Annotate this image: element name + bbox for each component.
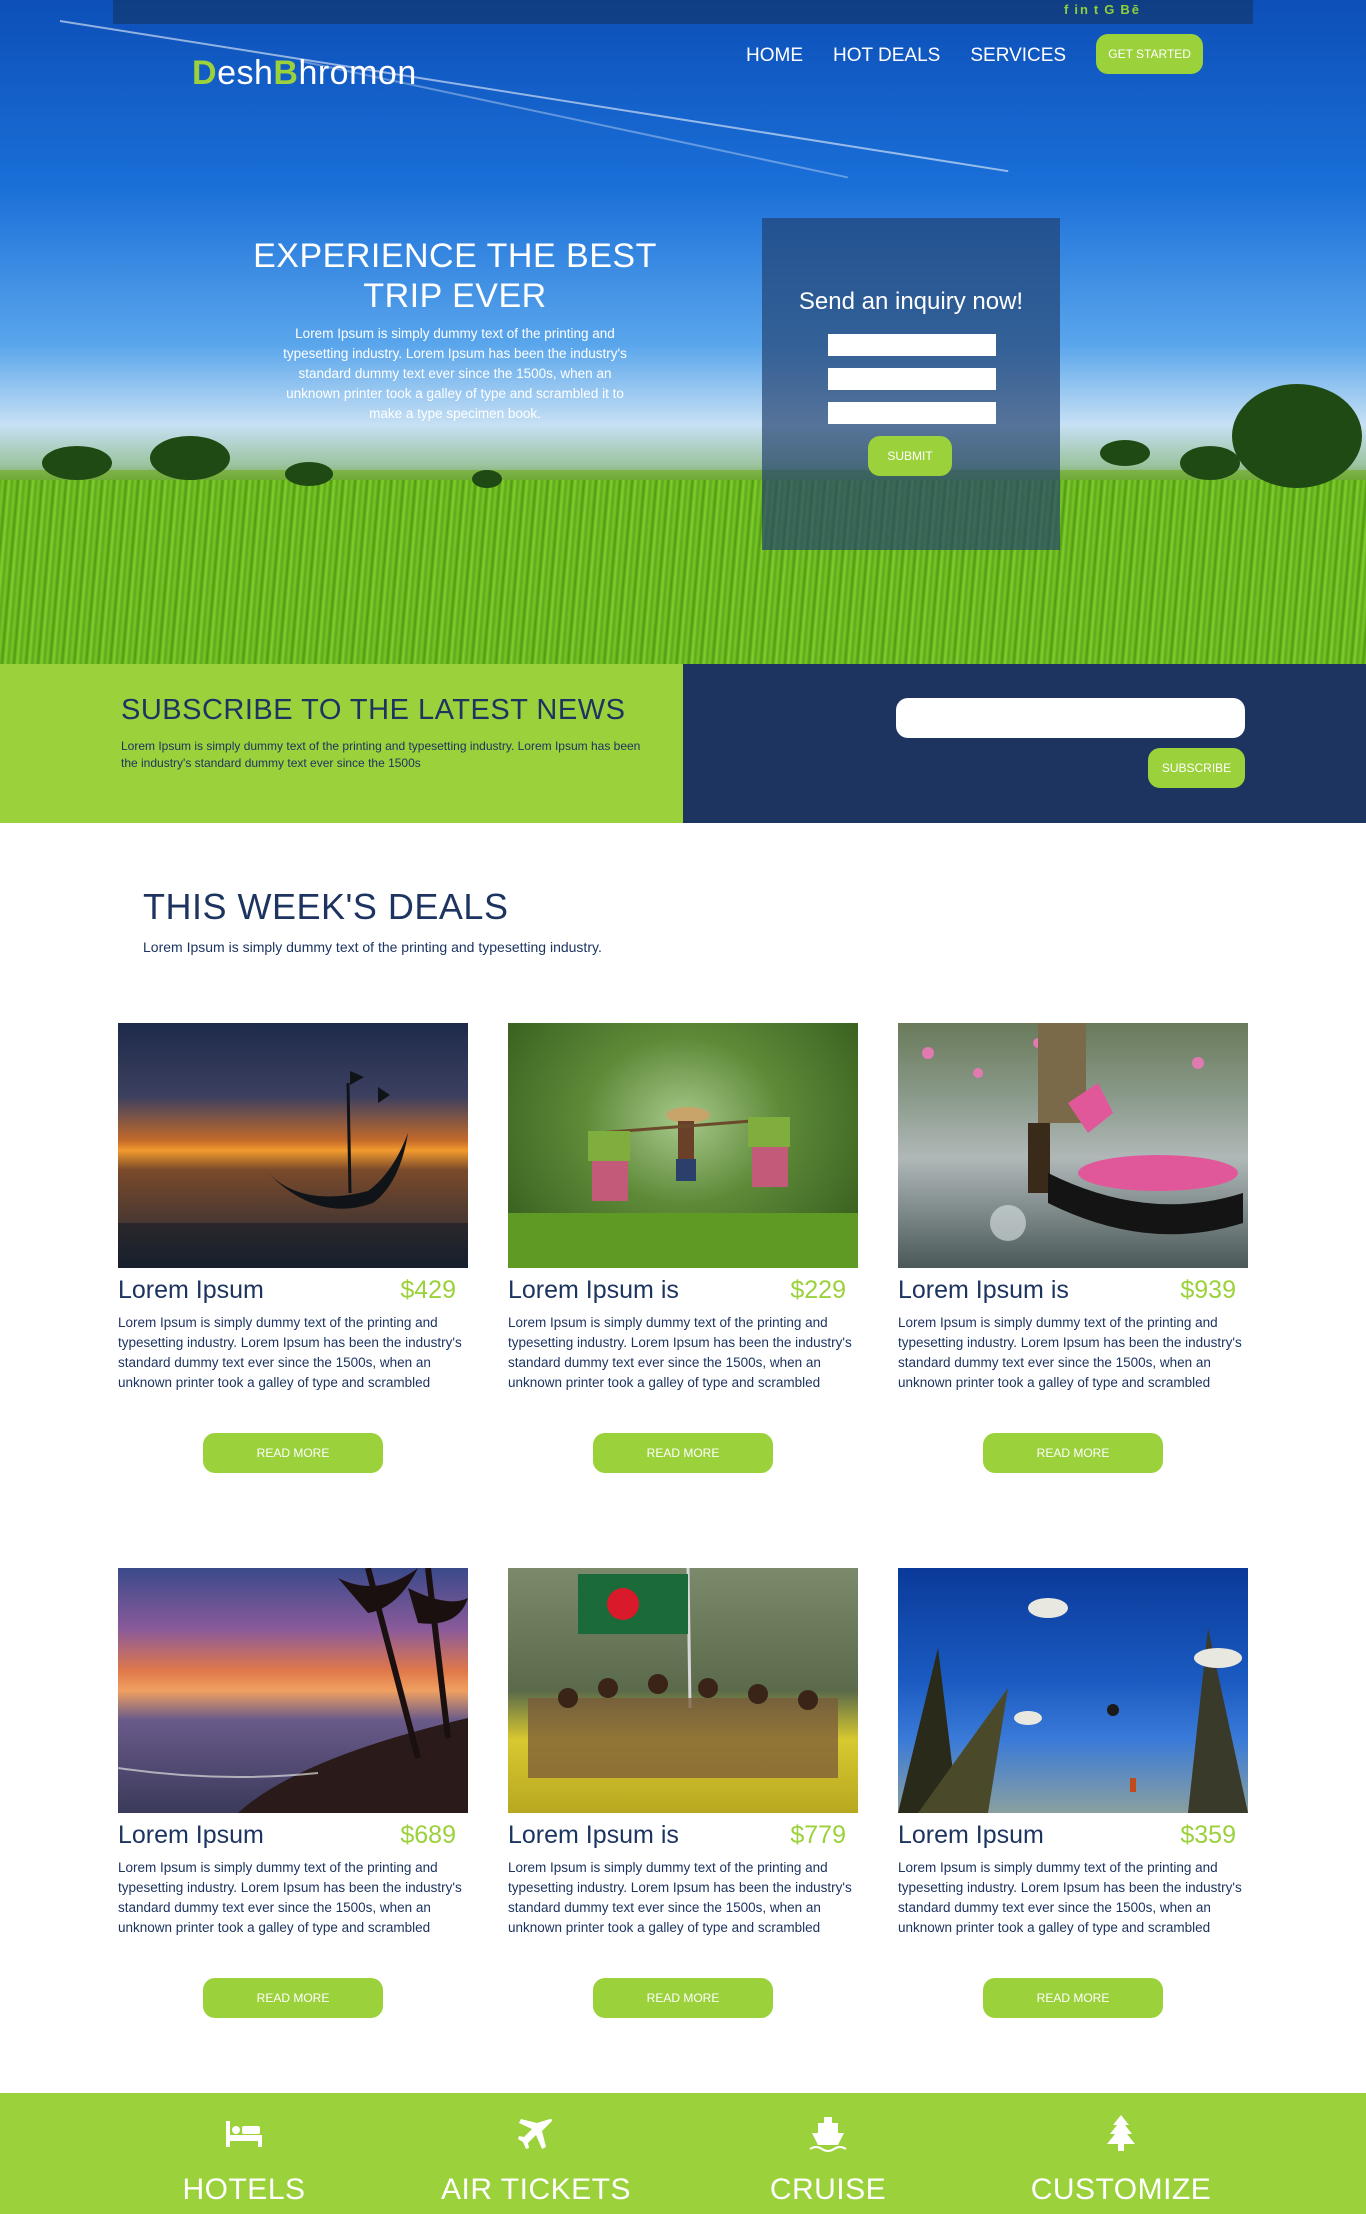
nav-home[interactable]: HOME [746, 45, 803, 67]
service-label: AIR TICKETS [441, 2173, 631, 2206]
inquiry-field-3[interactable] [828, 402, 996, 424]
behance-icon[interactable]: Bē [1120, 2, 1141, 17]
service-label: CUSTOMIZE [1030, 2173, 1212, 2206]
read-more-button[interactable]: READ MORE [593, 1978, 773, 2018]
logo-initial-b: B [273, 54, 299, 92]
deal-name: Lorem Ipsum [118, 1821, 264, 1849]
deal-description: Lorem Ipsum is simply dummy text of the … [898, 1315, 1242, 1390]
tree [150, 436, 230, 480]
deal-description: Lorem Ipsum is simply dummy text of the … [898, 1860, 1242, 1935]
read-more-button[interactable]: READ MORE [203, 1978, 383, 2018]
subscribe-form-panel [683, 664, 1366, 823]
tree-icon [1107, 2115, 1135, 2151]
deal-description: Lorem Ipsum is simply dummy text of the … [118, 1860, 462, 1935]
tree [285, 462, 333, 486]
deal-card: Lorem Ipsum $359 Lorem Ipsum is simply d… [898, 1568, 1248, 2018]
deal-card: Lorem Ipsum is $779 Lorem Ipsum is simpl… [508, 1568, 858, 2018]
subscribe-description: Lorem Ipsum is simply dummy text of the … [121, 739, 641, 770]
logo-initial-d: D [192, 54, 218, 92]
tree [1100, 440, 1150, 466]
subscribe-email-input[interactable] [896, 698, 1245, 738]
logo-text-part1: esh [217, 54, 274, 92]
read-more-button[interactable]: READ MORE [983, 1433, 1163, 1473]
deal-price: $429 [400, 1276, 456, 1304]
social-links: f in t G Bē [1064, 2, 1141, 17]
deal-card: Lorem Ipsum is $229 Lorem Ipsum is simpl… [508, 1023, 858, 1473]
linkedin-icon[interactable]: in [1074, 2, 1090, 17]
deal-price: $229 [790, 1276, 846, 1304]
deal-card: Lorem Ipsum is $939 Lorem Ipsum is simpl… [898, 1023, 1248, 1473]
grass-field [0, 480, 1366, 664]
bed-icon [226, 2121, 262, 2147]
deals-subtitle: Lorem Ipsum is simply dummy text of the … [143, 939, 602, 955]
deals-title: THIS WEEK'S DEALS [143, 886, 509, 927]
tree [1232, 384, 1362, 488]
deal-image-children-flag[interactable] [508, 1568, 858, 1813]
service-customize[interactable]: CUSTOMIZE [1011, 2093, 1231, 2207]
inquiry-submit-button[interactable]: SUBMIT [868, 436, 952, 476]
deal-price: $689 [400, 1821, 456, 1849]
get-started-button[interactable]: GET STARTED [1096, 34, 1204, 74]
tree [42, 446, 112, 480]
deal-name: Lorem Ipsum is [508, 1821, 679, 1849]
deal-description: Lorem Ipsum is simply dummy text of the … [508, 1860, 852, 1935]
service-label: HOTELS [182, 2173, 306, 2206]
read-more-button[interactable]: READ MORE [203, 1433, 383, 1473]
deal-image-lotus-boat[interactable] [898, 1023, 1248, 1268]
facebook-icon[interactable]: f [1064, 2, 1070, 17]
deal-image-palm-beach-sunset[interactable] [118, 1568, 468, 1813]
deal-price: $939 [1180, 1276, 1236, 1304]
nav-services[interactable]: SERVICES [970, 45, 1066, 67]
ship-icon [809, 2117, 847, 2152]
twitter-icon[interactable]: t [1094, 2, 1100, 17]
deal-price: $779 [790, 1821, 846, 1849]
deal-image-kash-flowers-sky[interactable] [898, 1568, 1248, 1813]
logo-text-part2: hromon [298, 54, 417, 92]
deal-name: Lorem Ipsum [898, 1821, 1044, 1849]
hero-description: Lorem Ipsum is simply dummy text of the … [283, 326, 627, 421]
deal-card: Lorem Ipsum $429 Lorem Ipsum is simply d… [118, 1023, 468, 1473]
deal-image-boat-sunset[interactable] [118, 1023, 468, 1268]
inquiry-field-2[interactable] [828, 368, 996, 390]
site-logo[interactable]: DeshBhromon [192, 54, 417, 93]
plane-icon [518, 2119, 552, 2149]
nav-hot-deals[interactable]: HOT DEALS [833, 45, 940, 67]
tree [1180, 446, 1240, 480]
service-cruise[interactable]: CRUISE [718, 2093, 938, 2207]
inquiry-field-1[interactable] [828, 334, 996, 356]
service-air-tickets[interactable]: AIR TICKETS [426, 2093, 646, 2207]
deal-description: Lorem Ipsum is simply dummy text of the … [508, 1315, 852, 1390]
service-label: CRUISE [769, 2173, 887, 2206]
inquiry-form: Send an inquiry now! SUBMIT [762, 218, 1060, 550]
deal-name: Lorem Ipsum [118, 1276, 264, 1304]
inquiry-title: Send an inquiry now! [798, 288, 1024, 315]
main-nav: HOME HOT DEALS SERVICES GET STARTED [746, 34, 1204, 74]
deal-image-rice-farmer[interactable] [508, 1023, 858, 1268]
tree [472, 470, 502, 488]
hero-section [0, 0, 1366, 664]
deal-name: Lorem Ipsum is [898, 1276, 1069, 1304]
service-hotels[interactable]: HOTELS [134, 2093, 354, 2207]
deal-name: Lorem Ipsum is [508, 1276, 679, 1304]
read-more-button[interactable]: READ MORE [983, 1978, 1163, 2018]
services-bar: HOTELS AIR TICKETS CRUISE CUSTOMIZE [0, 2093, 1366, 2214]
google-icon[interactable]: G [1104, 2, 1116, 17]
hero-title: EXPERIENCE THE BEST TRIP EVER [253, 237, 657, 315]
subscribe-title: SUBSCRIBE TO THE LATEST NEWS [121, 694, 626, 726]
deal-card: Lorem Ipsum $689 Lorem Ipsum is simply d… [118, 1568, 468, 2018]
read-more-button[interactable]: READ MORE [593, 1433, 773, 1473]
subscribe-button[interactable]: SUBSCRIBE [1148, 748, 1245, 788]
deal-price: $359 [1180, 1821, 1236, 1849]
deal-description: Lorem Ipsum is simply dummy text of the … [118, 1315, 462, 1390]
